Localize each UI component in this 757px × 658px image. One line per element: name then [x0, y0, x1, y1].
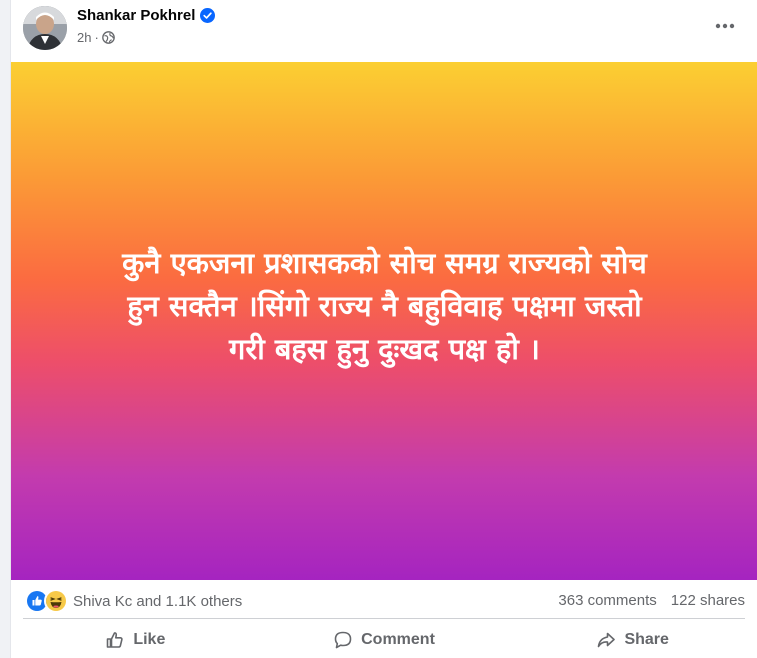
reactions-summary[interactable]: Shiva Kc and 1.1K others — [25, 589, 242, 613]
thumbs-up-icon — [107, 632, 123, 648]
share-label: Share — [624, 631, 669, 648]
comments-count[interactable]: 363 comments — [558, 592, 656, 609]
post-text: कुनै एकजना प्रशासकको सोच समग्र राज्यको स… — [35, 242, 735, 371]
post-header: Shankar Pokhrel 2h · — [11, 0, 757, 60]
post-time[interactable]: 2h — [77, 30, 91, 45]
share-icon — [598, 632, 616, 648]
post-stats: Shiva Kc and 1.1K others 363 comments 12… — [11, 584, 757, 616]
reactors-text[interactable]: Shiva Kc and 1.1K others — [73, 593, 242, 610]
engagement-counts: 363 comments 122 shares — [558, 592, 745, 609]
comment-label: Comment — [361, 631, 435, 648]
post-card: Shankar Pokhrel 2h · कुनै एकजना प्रशासकक… — [10, 0, 757, 658]
avatar-image — [23, 6, 67, 50]
author-name[interactable]: Shankar Pokhrel — [77, 7, 195, 24]
comment-button[interactable]: Comment — [260, 622, 509, 658]
post-banner[interactable]: कुनै एकजना प्रशासकको सोच समग्र राज्यको स… — [11, 62, 757, 580]
more-options-icon[interactable] — [707, 8, 743, 44]
share-button[interactable]: Share — [508, 622, 757, 658]
post-text-line: कुनै एकजना प्रशासकको सोच समग्र राज्यको स… — [122, 245, 647, 280]
haha-reaction-icon — [44, 589, 68, 613]
globe-icon[interactable] — [101, 31, 115, 44]
author-row: Shankar Pokhrel — [77, 7, 216, 24]
post-actions: Like Comment Share — [11, 622, 757, 658]
post-text-line: गरी बहस हुनु दुःखद पक्ष हो । — [229, 331, 540, 366]
post-meta: 2h · — [77, 30, 115, 45]
comment-icon — [334, 631, 352, 649]
shares-count[interactable]: 122 shares — [671, 592, 745, 609]
verified-badge-icon — [200, 8, 216, 23]
meta-separator: · — [94, 30, 99, 45]
like-button[interactable]: Like — [11, 622, 260, 658]
like-label: Like — [133, 631, 166, 648]
divider — [23, 618, 745, 619]
post-text-line: हुन सक्तैन ।सिंगो राज्य नै बहुविवाह पक्ष… — [127, 288, 642, 323]
avatar[interactable] — [23, 6, 67, 50]
